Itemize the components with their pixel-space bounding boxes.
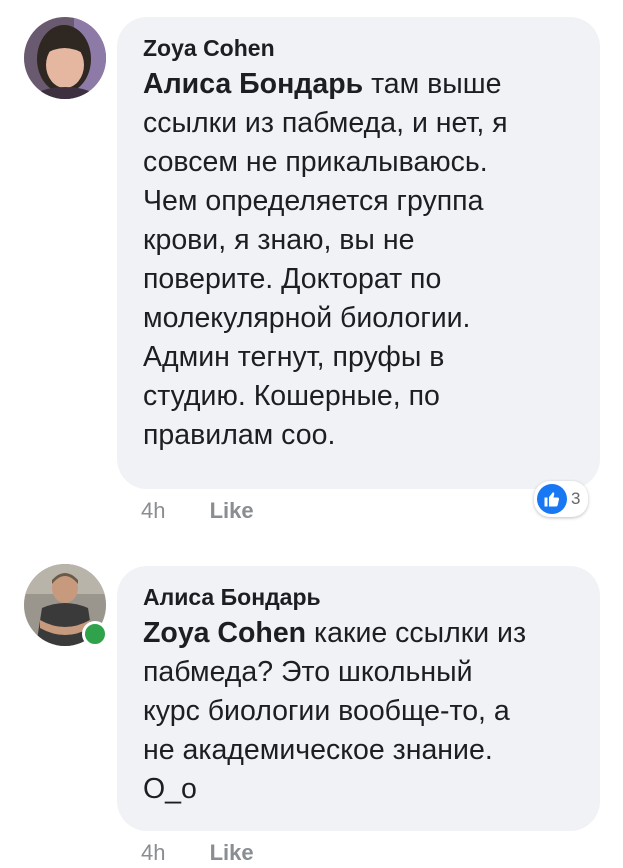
comment-bubble: Zoya Cohen Алиса Бондарь там выше ссылки… [117, 17, 600, 489]
comment-text: Алиса Бондарь там выше ссылки из пабмеда… [143, 65, 574, 455]
reaction-count: 3 [571, 489, 581, 508]
comment-line: крови, я знаю, вы не [143, 224, 415, 256]
mention-link[interactable]: Алиса Бондарь [143, 68, 363, 100]
avatar[interactable] [24, 17, 106, 99]
comment-line: там выше [363, 68, 502, 100]
thumbs-up-icon [537, 484, 567, 514]
comment-time[interactable]: 4h [141, 498, 165, 523]
comment-line: какие ссылки из [306, 617, 527, 649]
online-status-indicator [82, 621, 108, 647]
comment-author[interactable]: Zoya Cohen [143, 33, 574, 63]
comment-line: пабмеда? Это школьный [143, 656, 473, 688]
comment-author[interactable]: Алиса Бондарь [143, 582, 574, 612]
comment-line: не академическое знание. [143, 734, 493, 766]
comment-meta: 4h Like [141, 840, 254, 866]
comment-line: поверите. Докторат по [143, 263, 442, 295]
like-button[interactable]: Like [210, 840, 254, 865]
comment-line: ссылки из пабмеда, и нет, я [143, 107, 508, 139]
avatar-photo [24, 17, 106, 99]
comment-line: Админ тегнут, пруфы в [143, 341, 445, 373]
comment-text: Zoya Cohen какие ссылки из пабмеда? Это … [143, 614, 574, 809]
comment-line: правилам соо. [143, 419, 336, 451]
comment-line: молекулярной биологии. [143, 302, 471, 334]
like-button[interactable]: Like [210, 498, 254, 523]
comment-time[interactable]: 4h [141, 840, 165, 865]
comment-line: курс биологии вообще-то, а [143, 695, 510, 727]
mention-link[interactable]: Zoya Cohen [143, 617, 306, 649]
reaction-count-badge[interactable]: 3 [534, 481, 589, 517]
comment-bubble: Алиса Бондарь Zoya Cohen какие ссылки из… [117, 566, 600, 831]
comment-meta: 4h Like [141, 498, 254, 524]
comment-line: совсем не прикалываюсь. [143, 146, 488, 178]
comment-line: Чем определяется группа [143, 185, 484, 217]
comment-line: O_o [143, 773, 197, 805]
comment-line: студию. Кошерные, по [143, 380, 440, 412]
